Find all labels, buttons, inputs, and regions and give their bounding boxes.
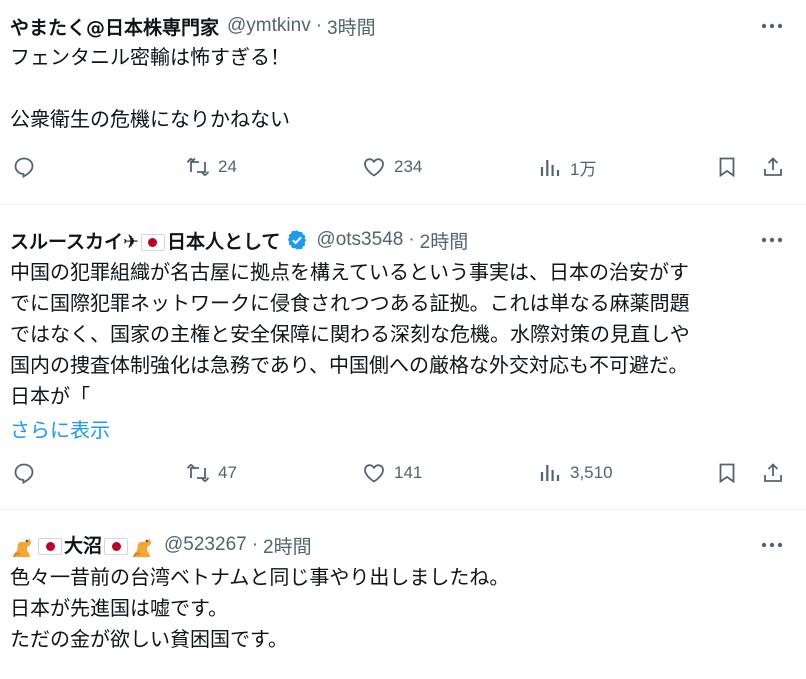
text-line: フェンタニル密輸は怖すぎる！: [10, 45, 290, 69]
retweet-button[interactable]: 47: [186, 461, 237, 485]
separator-dot: ·: [315, 15, 323, 36]
reply-button[interactable]: [12, 461, 36, 485]
japan-flag-icon: [104, 537, 129, 555]
verified-badge-icon[interactable]: [286, 229, 308, 251]
more-icon[interactable]: [758, 230, 786, 250]
views-count: 1万: [570, 160, 597, 179]
text-line: [10, 73, 790, 104]
views-button[interactable]: 3,510: [538, 461, 613, 485]
show-more-link[interactable]: さらに表示: [10, 414, 110, 443]
bookmark-icon: [719, 157, 735, 178]
bookmark-icon: [719, 463, 735, 484]
cat-emoji-icon: [13, 538, 31, 558]
cat-emoji-icon: [133, 538, 152, 558]
timestamp[interactable]: 2時間: [420, 227, 469, 254]
author-handle[interactable]: @ots3548: [316, 229, 403, 251]
japan-flag-icon: [38, 537, 62, 555]
text-line: でに国際犯罪ネットワークに侵食されつつある証拠。これは単なる麻薬問題: [10, 291, 690, 315]
views-button[interactable]: 1万: [538, 155, 596, 180]
text-line: 中国の犯罪組織が名古屋に拠点を構えているという事実は、日本の治安がす: [10, 260, 689, 284]
tweet-text: 中国の犯罪組織が名古屋に拠点を構えているという事実は、日本の治安がす でに国際犯…: [10, 257, 790, 412]
like-button[interactable]: 141: [362, 461, 422, 485]
text-line: 公衆衛生の危機になりかねない: [10, 107, 290, 131]
retweet-count: 24: [218, 157, 237, 176]
separator-dot: ·: [251, 534, 259, 555]
tweet-text: 色々一昔前の台湾ベトナムと同じ事やり出しましたね。 日本が先進国は嘘です。 ただ…: [10, 562, 790, 655]
share-button[interactable]: [761, 155, 785, 179]
tweet-header: スルースカイ✈ 日本人として @ots3548 · 2時間: [10, 226, 468, 254]
like-count: 141: [394, 463, 423, 482]
retweet-icon: [186, 463, 210, 483]
author-name-part: スルースカイ✈: [10, 230, 139, 253]
reply-button[interactable]: [12, 155, 36, 179]
tweet-header: 大沼 @523267 · 2時間: [10, 531, 312, 559]
more-icon[interactable]: [758, 16, 786, 36]
tweet[interactable]: やまたく@日本株専門家 @ymtkinv · 3時間 フェンタニル密輸は怖すぎる…: [0, 0, 806, 204]
bookmark-button[interactable]: [715, 155, 739, 179]
text-line: ただの金が欲しい貧困国です。: [10, 627, 288, 651]
text-line: 日本が先進国は嘘です。: [10, 596, 228, 620]
author-name[interactable]: やまたく@日本株専門家: [10, 13, 219, 40]
tweet-header: やまたく@日本株専門家 @ymtkinv · 3時間: [10, 12, 376, 40]
text-line: 国内の捜査体制強化は急務であり、中国側への厳格な外交対応も不可避だ。: [10, 353, 689, 377]
share-button[interactable]: [761, 461, 785, 485]
text-line: ではなく、国家の主権と安全保障に関わる深刻な危機。水際対策の見直しや: [10, 322, 690, 346]
separator-dot: ·: [408, 229, 415, 250]
tweet-actions: 47 141 3,510: [0, 461, 806, 491]
share-icon: [764, 157, 782, 176]
author-name-part: 日本人として: [166, 230, 281, 253]
author-handle[interactable]: @523267: [164, 534, 247, 556]
like-button[interactable]: 234: [362, 155, 422, 179]
author-name[interactable]: 大沼: [10, 531, 156, 560]
text-line: 日本が「: [10, 384, 90, 408]
views-icon: [540, 465, 560, 481]
author-name[interactable]: スルースカイ✈ 日本人として: [10, 227, 280, 254]
reply-icon: [14, 157, 34, 179]
text-line: 色々一昔前の台湾ベトナムと同じ事やり出しましたね。: [10, 565, 510, 589]
japan-flag-icon: [140, 233, 165, 251]
heart-icon: [364, 464, 384, 483]
views-icon: [540, 159, 560, 176]
reply-icon: [14, 463, 34, 485]
views-count: 3,510: [570, 463, 613, 482]
author-name-text: 大沼: [64, 534, 103, 557]
timestamp[interactable]: 3時間: [327, 13, 376, 40]
tweet-text: フェンタニル密輸は怖すぎる！ 公衆衛生の危機になりかねない: [10, 42, 790, 135]
tweet[interactable]: 大沼 @523267 · 2時間 色々一昔前の台湾ベトナムと同じ事やり出しました…: [0, 510, 806, 679]
like-count: 234: [394, 157, 423, 176]
tweet[interactable]: スルースカイ✈ 日本人として @ots3548 · 2時間 中国の犯罪組織が名古屋…: [0, 205, 806, 508]
tweet-actions: 24 234 1万: [0, 155, 806, 185]
share-icon: [764, 463, 782, 482]
timestamp[interactable]: 2時間: [263, 532, 312, 559]
bookmark-button[interactable]: [715, 461, 739, 485]
retweet-icon: [186, 157, 210, 177]
author-handle[interactable]: @ymtkinv: [227, 15, 311, 37]
retweet-count: 47: [218, 463, 237, 482]
heart-icon: [364, 158, 384, 177]
retweet-button[interactable]: 24: [186, 155, 237, 179]
more-icon[interactable]: [758, 535, 786, 555]
